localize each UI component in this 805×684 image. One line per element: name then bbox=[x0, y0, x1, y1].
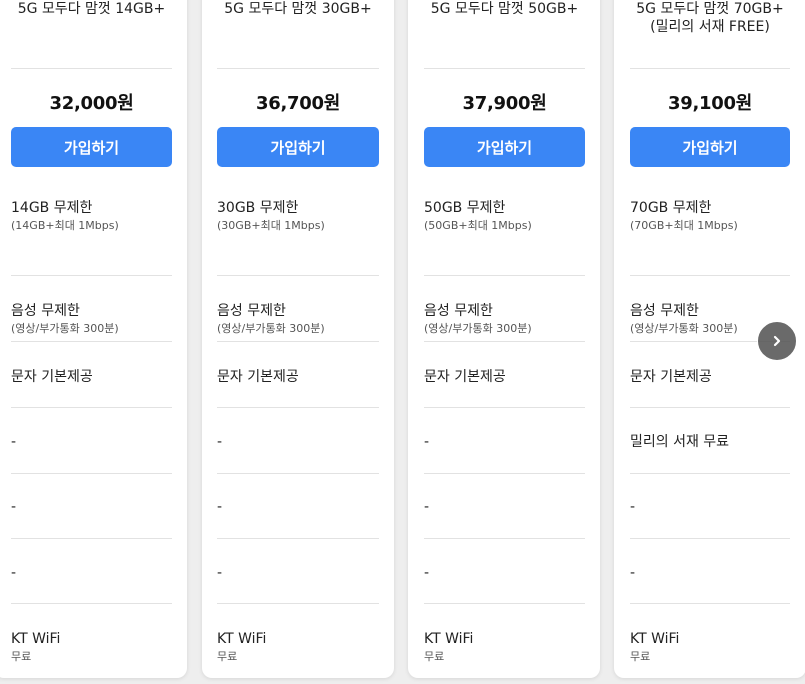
extra-benefit-2: - bbox=[217, 499, 223, 515]
extra-benefit-1: - bbox=[217, 434, 223, 450]
plan-carousel: 5G 모두다 맘껏 14GB+ 32,000원 가입하기 14GB 무제한 (1… bbox=[0, 0, 805, 684]
wifi-feature: KT WiFi 무료 bbox=[217, 630, 379, 664]
extra-benefit-3: - bbox=[630, 565, 636, 581]
sms-allowance: 문자 기본제공 bbox=[630, 369, 712, 385]
voice-feature: 음성 무제한 (영상/부가통화 300분) bbox=[11, 302, 172, 336]
plan-card: 5G 모두다 맘껏 30GB+ 36,700원 가입하기 30GB 무제한 (3… bbox=[202, 0, 394, 678]
voice-feature: 음성 무제한 (영상/부가통화 300분) bbox=[424, 302, 585, 336]
plan-name: 5G 모두다 맘껏 30GB+ bbox=[224, 1, 372, 17]
wifi-detail: 무료 bbox=[217, 650, 238, 663]
join-button[interactable]: 가입하기 bbox=[217, 127, 379, 167]
sms-allowance: 문자 기본제공 bbox=[11, 369, 93, 385]
divider bbox=[424, 68, 585, 69]
divider bbox=[424, 473, 585, 474]
plan-name: 5G 모두다 맘껏 14GB+ bbox=[17, 1, 166, 17]
divider bbox=[424, 603, 585, 604]
plan-name: 5G 모두다 맘껏 70GB+ (밀리의 서재 FREE) bbox=[636, 1, 784, 35]
data-feature: 70GB 무제한 (70GB+최대 1Mbps) bbox=[630, 199, 790, 233]
divider bbox=[424, 275, 585, 276]
extra-benefit-1: 밀리의 서재 무료 bbox=[630, 434, 730, 450]
wifi-label: KT WiFi bbox=[424, 631, 474, 647]
divider bbox=[11, 68, 172, 69]
divider bbox=[424, 407, 585, 408]
divider bbox=[630, 538, 790, 539]
extra-benefit-2: - bbox=[11, 499, 17, 515]
divider bbox=[217, 68, 379, 69]
wifi-feature: KT WiFi 무료 bbox=[11, 630, 172, 664]
data-allowance: 30GB 무제한 bbox=[217, 200, 299, 216]
divider bbox=[630, 275, 790, 276]
divider bbox=[217, 473, 379, 474]
voice-allowance: 음성 무제한 bbox=[424, 303, 493, 319]
data-allowance-detail: (70GB+최대 1Mbps) bbox=[630, 219, 738, 232]
divider bbox=[424, 538, 585, 539]
plan-card: 5G 모두다 맘껏 14GB+ 32,000원 가입하기 14GB 무제한 (1… bbox=[0, 0, 187, 678]
extra-benefit-2: - bbox=[424, 499, 430, 515]
data-feature: 50GB 무제한 (50GB+최대 1Mbps) bbox=[424, 199, 585, 233]
divider bbox=[424, 341, 585, 342]
voice-allowance: 음성 무제한 bbox=[11, 303, 80, 319]
divider bbox=[217, 341, 379, 342]
join-button[interactable]: 가입하기 bbox=[11, 127, 172, 167]
wifi-label: KT WiFi bbox=[11, 631, 61, 647]
join-button[interactable]: 가입하기 bbox=[424, 127, 585, 167]
voice-feature: 음성 무제한 (영상/부가통화 300분) bbox=[217, 302, 379, 336]
divider bbox=[11, 275, 172, 276]
voice-allowance-detail: (영상/부가통화 300분) bbox=[11, 322, 119, 335]
plan-name: 5G 모두다 맘껏 50GB+ bbox=[430, 1, 579, 17]
wifi-label: KT WiFi bbox=[630, 631, 680, 647]
plan-price: 32,000원 bbox=[49, 93, 134, 114]
sms-allowance: 문자 기본제공 bbox=[424, 369, 506, 385]
divider bbox=[217, 538, 379, 539]
chevron-right-icon bbox=[773, 335, 781, 347]
data-allowance: 14GB 무제한 bbox=[11, 200, 93, 216]
divider bbox=[217, 407, 379, 408]
wifi-detail: 무료 bbox=[11, 650, 32, 663]
voice-allowance: 음성 무제한 bbox=[217, 303, 286, 319]
plan-price: 36,700원 bbox=[256, 93, 340, 114]
data-allowance: 70GB 무제한 bbox=[630, 200, 712, 216]
divider bbox=[11, 538, 172, 539]
extra-benefit-2: - bbox=[630, 499, 636, 515]
divider bbox=[217, 275, 379, 276]
data-allowance-detail: (50GB+최대 1Mbps) bbox=[424, 219, 532, 232]
divider bbox=[630, 603, 790, 604]
divider bbox=[11, 603, 172, 604]
extra-benefit-1: - bbox=[11, 434, 17, 450]
wifi-feature: KT WiFi 무료 bbox=[630, 630, 790, 664]
join-button[interactable]: 가입하기 bbox=[630, 127, 790, 167]
extra-benefit-3: - bbox=[217, 565, 223, 581]
wifi-feature: KT WiFi 무료 bbox=[424, 630, 585, 664]
wifi-detail: 무료 bbox=[630, 650, 651, 663]
voice-allowance-detail: (영상/부가통화 300분) bbox=[217, 322, 325, 335]
plan-price: 39,100원 bbox=[668, 93, 752, 114]
voice-allowance-detail: (영상/부가통화 300분) bbox=[424, 322, 532, 335]
data-allowance-detail: (14GB+최대 1Mbps) bbox=[11, 219, 119, 232]
divider bbox=[11, 341, 172, 342]
plan-price: 37,900원 bbox=[462, 93, 547, 114]
extra-benefit-1: - bbox=[424, 434, 430, 450]
divider bbox=[11, 473, 172, 474]
sms-allowance: 문자 기본제공 bbox=[217, 369, 299, 385]
data-allowance: 50GB 무제한 bbox=[424, 200, 506, 216]
plan-card: 5G 모두다 맘껏 50GB+ 37,900원 가입하기 50GB 무제한 (5… bbox=[408, 0, 600, 678]
divider bbox=[630, 407, 790, 408]
divider bbox=[217, 603, 379, 604]
divider bbox=[630, 473, 790, 474]
extra-benefit-3: - bbox=[424, 565, 430, 581]
wifi-detail: 무료 bbox=[424, 650, 445, 663]
voice-allowance: 음성 무제한 bbox=[630, 303, 699, 319]
wifi-label: KT WiFi bbox=[217, 631, 267, 647]
divider bbox=[11, 407, 172, 408]
next-slide-button[interactable] bbox=[757, 321, 797, 361]
data-allowance-detail: (30GB+최대 1Mbps) bbox=[217, 219, 325, 232]
divider bbox=[630, 68, 790, 69]
extra-benefit-3: - bbox=[11, 565, 17, 581]
data-feature: 30GB 무제한 (30GB+최대 1Mbps) bbox=[217, 199, 379, 233]
data-feature: 14GB 무제한 (14GB+최대 1Mbps) bbox=[11, 199, 172, 233]
